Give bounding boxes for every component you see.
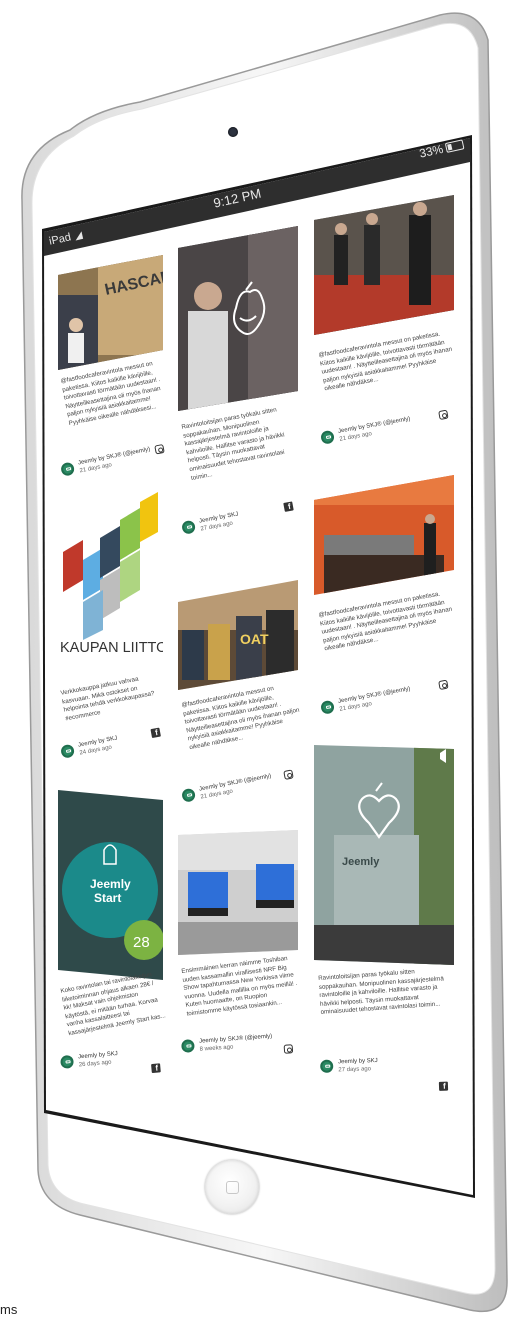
card-time-ago: 26 days ago [78, 1059, 112, 1069]
card-image-kaupan-liitto[interactable]: KAUPAN LIITTO [58, 480, 163, 680]
jeemly-avatar-icon [320, 1059, 334, 1073]
svg-text:OAT: OAT [240, 631, 269, 647]
card-text: @fastfoodcaferavintola messut on paketis… [318, 330, 453, 393]
card-author[interactable]: Jeemly by SKJ [338, 1058, 378, 1065]
instagram-icon[interactable] [154, 443, 165, 455]
card-footer: Jeemly by SKJ 24 days ago [60, 727, 167, 766]
battery-icon [444, 139, 465, 153]
front-camera [228, 127, 238, 137]
instagram-icon[interactable] [438, 409, 449, 421]
home-button[interactable] [205, 1160, 259, 1214]
jeemly-avatar-icon [60, 743, 76, 759]
card-text: Koko ravintolan tai ravintolaketjun liik… [60, 971, 167, 1038]
card-footer: Jeemly by SKJ® (@jeemly) 21 days ago [320, 409, 451, 451]
card-text: Ravintoloitsijan paras työkalu sitten so… [181, 406, 286, 482]
card-image-jeemly-start[interactable]: 28 Jeemly Start [58, 790, 163, 980]
card-footer: Jeemly by SKJ 26 days ago [60, 1047, 166, 1076]
card-text: @fastfoodcaferavintola messut on paketis… [181, 684, 300, 752]
card-image-jeemly-box[interactable]: Jeemly [314, 745, 454, 965]
card-author[interactable]: Jeemly by SKJ® (@jeemly) [199, 1034, 272, 1045]
card-image-hascan[interactable]: HASCAN [58, 255, 163, 370]
instagram-icon[interactable] [283, 769, 294, 780]
card-footer: Jeemly by SKJ® (@jeemly) 21 days ago [320, 679, 451, 721]
card-text: @fastfoodcaferavintola messut on paketis… [318, 590, 453, 653]
jeemly-avatar-icon [181, 1039, 195, 1053]
facebook-icon[interactable] [150, 727, 161, 739]
card-text: Ensimmäinen kerran näimme Toshiban uuden… [181, 954, 298, 1018]
card-image-chef[interactable] [178, 226, 298, 411]
ipad-device: HASCAN @fastfoodcaferavintola messut on … [0, 0, 511, 1324]
card-image-fair[interactable] [314, 195, 454, 335]
facebook-icon[interactable] [438, 1081, 449, 1091]
card-image-toshiba[interactable] [178, 830, 298, 955]
jeemly-avatar-icon [181, 787, 197, 803]
jeemly-avatar-icon [181, 519, 197, 535]
jeemly-start-title: Jeemly [90, 877, 131, 891]
card-time-ago: 27 days ago [338, 1066, 372, 1074]
footer-label: ms [0, 1302, 18, 1317]
facebook-icon[interactable] [151, 1063, 161, 1074]
card-footer: Jeemly by SKJ® (@jeemly) 21 days ago [181, 769, 298, 810]
card-footer: Jeemly by SKJ® (@jeemly) 21 days ago [60, 443, 172, 484]
instagram-icon[interactable] [438, 679, 449, 691]
jeemly-start-subtitle: Start [94, 891, 121, 905]
card-text: @fastfoodcaferavintola messut on paketis… [60, 360, 162, 428]
card-image-snacks[interactable]: OAT [178, 580, 298, 690]
jeemly-avatar-icon [320, 429, 336, 445]
card-author[interactable]: Jeemly by SKJ® (@jeemly) [338, 416, 411, 435]
facebook-icon[interactable] [283, 501, 294, 512]
wifi-icon: ◢ [73, 229, 84, 243]
card-image-booth[interactable] [314, 475, 454, 595]
card-footer: Jeemly by SKJ 27 days ago [320, 1055, 451, 1091]
price-badge: 28 [133, 934, 150, 951]
card-footer: Jeemly by SKJ® (@jeemly) 8 weeks ago [181, 1032, 297, 1060]
card-author[interactable]: Jeemly by SKJ® (@jeemly) [199, 773, 272, 792]
card-time-ago: 8 weeks ago [199, 1044, 234, 1053]
jeemly-avatar-icon [60, 1054, 75, 1069]
instagram-icon[interactable] [283, 1044, 294, 1054]
card-author[interactable]: Jeemly by SKJ [78, 1051, 118, 1060]
card-author[interactable]: Jeemly by SKJ® (@jeemly) [338, 686, 411, 705]
card-footer: Jeemly by SKJ 27 days ago [181, 501, 298, 542]
card-author[interactable]: Jeemly by SKJ® (@jeemly) [78, 447, 151, 467]
jeemly-avatar-icon [320, 699, 336, 715]
kaupan-liitto-logo-text: KAUPAN LIITTO [60, 640, 163, 656]
jeemly-avatar-icon [60, 461, 76, 477]
card-text: Ravintoloitsijan paras työkalu sitten so… [318, 968, 445, 1017]
svg-text:Jeemly: Jeemly [342, 856, 380, 868]
